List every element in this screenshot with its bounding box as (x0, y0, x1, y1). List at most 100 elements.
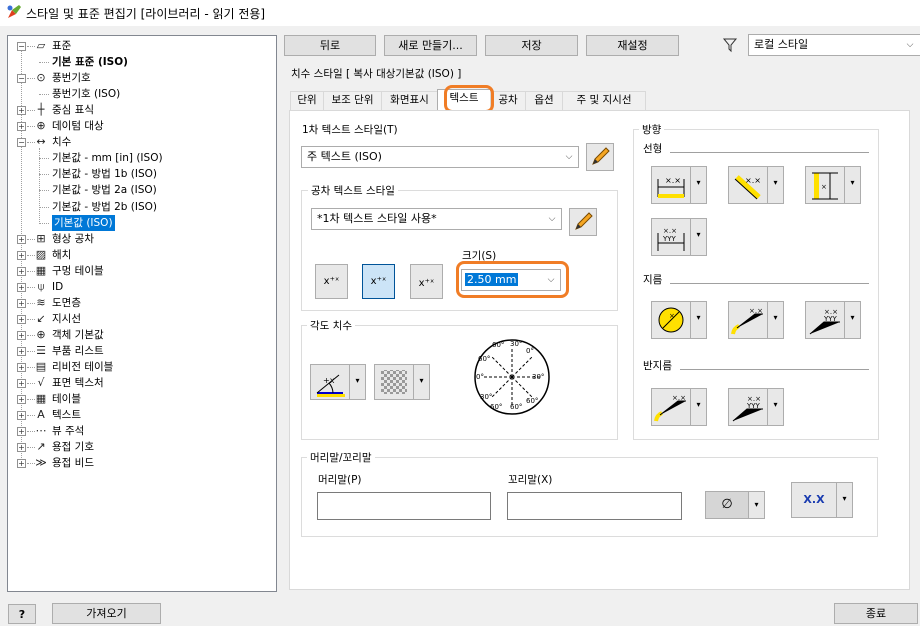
tree-item[interactable]: 기본값 - mm [in] (ISO) (8, 150, 276, 166)
tab-notes-leaders[interactable]: 주 및 지시선 (562, 91, 646, 110)
expand-icon[interactable]: + (17, 330, 26, 340)
tab-units[interactable]: 단위 (290, 91, 324, 110)
expand-icon[interactable]: + (17, 266, 26, 276)
save-button[interactable]: 저장 (485, 35, 578, 56)
expand-icon[interactable]: + (17, 459, 26, 469)
stack-center-button[interactable]: x⁺ˣ (362, 264, 395, 299)
expand-icon[interactable]: + (17, 298, 26, 308)
tree-item[interactable]: + ⍦ ID (8, 279, 276, 295)
close-button[interactable]: 종료 (834, 603, 918, 624)
tab-tolerance[interactable]: 공차 (490, 91, 526, 110)
diameter-stacked-dropdown[interactable]: ▾ (845, 301, 861, 339)
expand-icon[interactable]: − (17, 138, 26, 148)
edit-tolerance-text-button[interactable] (569, 208, 597, 236)
tree-item[interactable]: + ⊕ 데이텀 대상 (8, 118, 276, 134)
radius-leader-button[interactable]: ×.× (651, 388, 691, 426)
tree-item[interactable]: + ▤ 리비전 테이블 (8, 359, 276, 375)
edit-primary-text-button[interactable] (586, 143, 614, 171)
angle-position-dropdown[interactable]: ▾ (350, 364, 366, 400)
linear-vertical-dropdown[interactable]: ▾ (845, 166, 861, 204)
tree-item[interactable]: + ⊕ 객체 기본값 (8, 327, 276, 343)
expand-icon[interactable]: + (17, 379, 26, 389)
tree-item[interactable]: + ↗ 용접 기호 (8, 439, 276, 455)
tree-item[interactable]: + ▦ 구멍 테이블 (8, 263, 276, 279)
tree-item[interactable]: + ⋯ 뷰 주석 (8, 423, 276, 439)
diameter-inside-dropdown[interactable]: ▾ (691, 301, 707, 339)
expand-icon[interactable]: + (17, 395, 26, 405)
format-dropdown[interactable]: ▾ (837, 482, 853, 518)
diameter-leader-dropdown[interactable]: ▾ (768, 301, 784, 339)
stack-bottom-button[interactable]: x⁺ˣ (410, 264, 443, 299)
tree-item[interactable]: 기본값 - 방법 1b (ISO) (8, 166, 276, 182)
diameter-stacked-button[interactable]: ×.× YYY (805, 301, 845, 339)
expand-icon[interactable]: + (17, 122, 26, 132)
tree-item[interactable]: + ≋ 도면층 (8, 295, 276, 311)
tree-item[interactable]: + ☰ 부품 리스트 (8, 343, 276, 359)
dial-label: 60° (510, 403, 522, 411)
diameter-leader-button[interactable]: ×.× (728, 301, 768, 339)
expand-icon[interactable]: + (17, 234, 26, 244)
symbol-button[interactable]: ∅ (705, 491, 749, 519)
suffix-input[interactable] (507, 492, 682, 520)
linear-aligned-dropdown[interactable]: ▾ (768, 166, 784, 204)
expand-icon[interactable]: + (17, 250, 26, 260)
tree-item[interactable]: + A 텍스트 (8, 407, 276, 423)
dial-label: 60° (490, 403, 502, 411)
prefix-input[interactable] (317, 492, 491, 520)
tree-item[interactable]: + ▨ 해치 (8, 247, 276, 263)
tree-item[interactable]: + ⊞ 형상 공차 (8, 231, 276, 247)
style-tree[interactable]: − ▱ 표준 기본 표준 (ISO) − ⊙ 풍번기호 풍번기호 (ISO) + ┼ 중심 표식 + ⊕… (7, 35, 277, 592)
symbol-dropdown[interactable]: ▾ (749, 491, 765, 519)
tree-item[interactable]: 기본값 - 방법 2b (ISO) (8, 199, 276, 215)
expand-icon[interactable]: + (17, 282, 26, 292)
tolerance-text-select[interactable]: *1차 텍스트 스타일 사용* ⌵ (311, 208, 562, 230)
linear-vertical-button[interactable]: × (805, 166, 845, 204)
primary-text-select[interactable]: 주 텍스트 (ISO) ⌵ (301, 146, 579, 168)
expand-icon[interactable]: + (17, 363, 26, 372)
format-button[interactable]: X.X (791, 482, 837, 518)
expand-icon[interactable]: + (17, 443, 26, 453)
import-button[interactable]: 가져오기 (52, 603, 161, 624)
tree-item[interactable]: 기본값 - 방법 2a (ISO) (8, 182, 276, 198)
tab-options[interactable]: 옵션 (525, 91, 563, 110)
tree-item[interactable]: 풍번기호 (ISO) (8, 86, 276, 102)
angle-format-dropdown[interactable]: ▾ (414, 364, 430, 400)
radius-stacked-dropdown[interactable]: ▾ (768, 388, 784, 426)
linear-aligned-button[interactable]: ×.× (728, 166, 768, 204)
tab-display[interactable]: 화면표시 (381, 91, 438, 110)
filter-select[interactable]: 로컬 스타일 ⌵ (748, 34, 920, 56)
expand-icon[interactable]: − (17, 74, 26, 84)
tree-item-label: 치수 (52, 136, 72, 149)
new-button[interactable]: 새로 만들기... (384, 35, 477, 56)
expand-icon[interactable]: + (17, 411, 26, 421)
diameter-inside-button[interactable]: × (651, 301, 691, 339)
linear-horizontal-dropdown[interactable]: ▾ (691, 166, 707, 204)
linear-stacked-dropdown[interactable]: ▾ (691, 218, 707, 256)
angle-position-button[interactable]: +x (310, 364, 350, 400)
linear-horizontal-button[interactable]: ×.× (651, 166, 691, 204)
tree-item[interactable]: 기본값 (ISO) (8, 214, 276, 231)
help-button[interactable]: ? (8, 604, 36, 624)
tree-item[interactable]: + ┼ 중심 표식 (8, 102, 276, 118)
tree-item[interactable]: − ▱ 표준 (8, 38, 276, 54)
linear-stacked-button[interactable]: ×.× YYY (651, 218, 691, 256)
back-button[interactable]: 뒤로 (284, 35, 376, 56)
stack-left-button[interactable]: x⁺ˣ (315, 264, 348, 299)
tree-item[interactable]: + √ 표면 텍스처 (8, 375, 276, 391)
tree-item[interactable]: − ↔ 치수 (8, 134, 276, 150)
expand-icon[interactable]: + (17, 427, 26, 437)
tree-item[interactable]: + ↙ 지시선 (8, 311, 276, 327)
tree-item[interactable]: − ⊙ 풍번기호 (8, 70, 276, 86)
expand-icon[interactable]: − (17, 42, 26, 51)
expand-icon[interactable]: + (17, 346, 26, 356)
reset-button[interactable]: 재설정 (586, 35, 679, 56)
tree-item[interactable]: 기본 표준 (ISO) (8, 54, 276, 70)
radius-leader-dropdown[interactable]: ▾ (691, 388, 707, 426)
tab-alt-units[interactable]: 보조 단위 (323, 91, 382, 110)
expand-icon[interactable]: + (17, 106, 26, 116)
radius-stacked-button[interactable]: ×.× YYY (728, 388, 768, 426)
tree-item[interactable]: + ≫ 용접 비드 (8, 455, 276, 471)
expand-icon[interactable]: + (17, 314, 26, 324)
tree-item[interactable]: + ▦ 테이블 (8, 391, 276, 407)
angle-format-button[interactable] (374, 364, 414, 400)
